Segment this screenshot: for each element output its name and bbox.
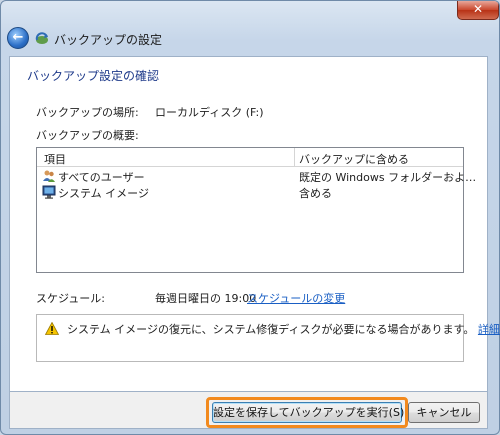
details-link[interactable]: 詳細情報	[478, 323, 500, 336]
change-schedule-link[interactable]: スケジュールの変更	[247, 290, 345, 306]
list-item-value: 含める	[299, 187, 332, 200]
summary-label: バックアップの概要:	[36, 129, 139, 142]
back-button[interactable]: ←	[7, 27, 29, 49]
column-divider[interactable]	[294, 148, 295, 166]
schedule-label: スケジュール:	[36, 292, 105, 305]
summary-list[interactable]: 項目 バックアップに含める すべてのユーザー 既定の Windows フォルダー…	[36, 147, 476, 273]
close-button[interactable]: ✕	[457, 1, 499, 20]
backup-app-icon	[35, 32, 48, 44]
users-icon	[43, 170, 55, 182]
column-header-item[interactable]: 項目	[44, 151, 66, 167]
list-item-name: すべてのユーザー	[58, 171, 145, 184]
warning-text-line: システム イメージの復元に、システム修復ディスクが必要になる場合があります。 詳…	[67, 321, 500, 337]
window-title: バックアップの設定	[54, 33, 163, 47]
page-heading: バックアップ設定の確認	[27, 69, 160, 83]
warning-icon	[45, 322, 59, 335]
computer-icon	[42, 185, 56, 199]
location-label: バックアップの場所:	[36, 106, 139, 119]
schedule-value: 毎週日曜日の 19:00	[155, 292, 257, 305]
list-item-name: システム イメージ	[58, 187, 149, 200]
list-header: 項目 バックアップに含める	[37, 148, 463, 167]
save-and-run-backup-button[interactable]: 設定を保存してバックアップを実行(S)	[212, 402, 404, 423]
warning-box: システム イメージの復元に、システム修復ディスクが必要になる場合があります。 詳…	[36, 314, 500, 362]
location-value: ローカルディスク (F:)	[155, 106, 264, 119]
list-item[interactable]: システム イメージ 含める	[37, 184, 463, 200]
list-item-value: 既定の Windows フォルダーおよ…	[299, 171, 477, 184]
list-item[interactable]: すべてのユーザー 既定の Windows フォルダーおよ…	[37, 168, 476, 184]
column-header-include[interactable]: バックアップに含める	[299, 151, 409, 167]
cancel-button[interactable]: キャンセル	[408, 402, 480, 423]
warning-message: システム イメージの復元に、システム修復ディスクが必要になる場合があります。	[67, 323, 475, 336]
back-arrow-icon: ←	[12, 30, 24, 45]
